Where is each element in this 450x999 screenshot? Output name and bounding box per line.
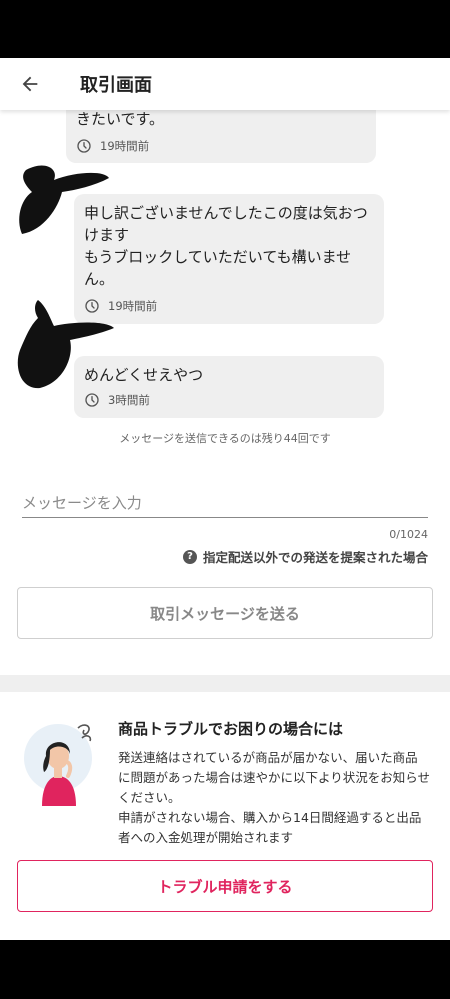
confused-person-illustration (24, 724, 92, 806)
message-bubble: めんどくせえやつ 3時間前 (74, 356, 384, 418)
character-counter: 0/1024 (389, 528, 428, 541)
message-text: 申し訳ございませんでしたこの度は気おつけます もうブロックしていただいても構いま… (84, 204, 368, 288)
question-icon: ? (182, 549, 197, 564)
section-divider (0, 675, 450, 692)
trouble-report-button[interactable]: トラブル申請をする (17, 860, 433, 912)
message-time: 19時間前 (76, 138, 366, 154)
trouble-description: 発送連絡はされているが商品が届かない、届いた商品に問題があった場合は速やかに以下… (118, 750, 431, 845)
page-title: 取引画面 (80, 75, 152, 96)
message-bubble: 申し訳ございませんでしたこの度は気おつけます もうブロックしていただいても構いま… (74, 194, 384, 324)
clock-icon (85, 393, 99, 407)
message-text: めんどくせえやつ (84, 366, 204, 384)
trade-screen: 取引画面 きたいです。 19時間前 申し訳ございませんでしたこの度は気おつけます… (0, 58, 450, 940)
status-bar (0, 0, 450, 58)
message-time: 3時間前 (84, 392, 374, 408)
trouble-title: 商品トラブルでお困りの場合には (118, 720, 344, 738)
help-link[interactable]: ? 指定配送以外での発送を提案された場合 (182, 547, 428, 566)
message-input[interactable] (22, 488, 428, 518)
clock-icon (77, 139, 91, 153)
back-button[interactable] (4, 58, 56, 110)
message-time-label: 19時間前 (100, 139, 150, 153)
remaining-count-text: メッセージを送信できるのは残り44回です (119, 432, 331, 445)
navigation-bar (0, 940, 450, 999)
help-link-label: 指定配送以外での発送を提案された場合 (202, 550, 428, 565)
message-text: きたいです。 (76, 110, 165, 128)
message-time: 19時間前 (84, 298, 374, 314)
message-time-label: 3時間前 (108, 393, 150, 407)
app-header: 取引画面 (0, 58, 450, 110)
send-message-button[interactable]: 取引メッセージを送る (17, 587, 433, 639)
arrow-left-icon (22, 76, 38, 92)
